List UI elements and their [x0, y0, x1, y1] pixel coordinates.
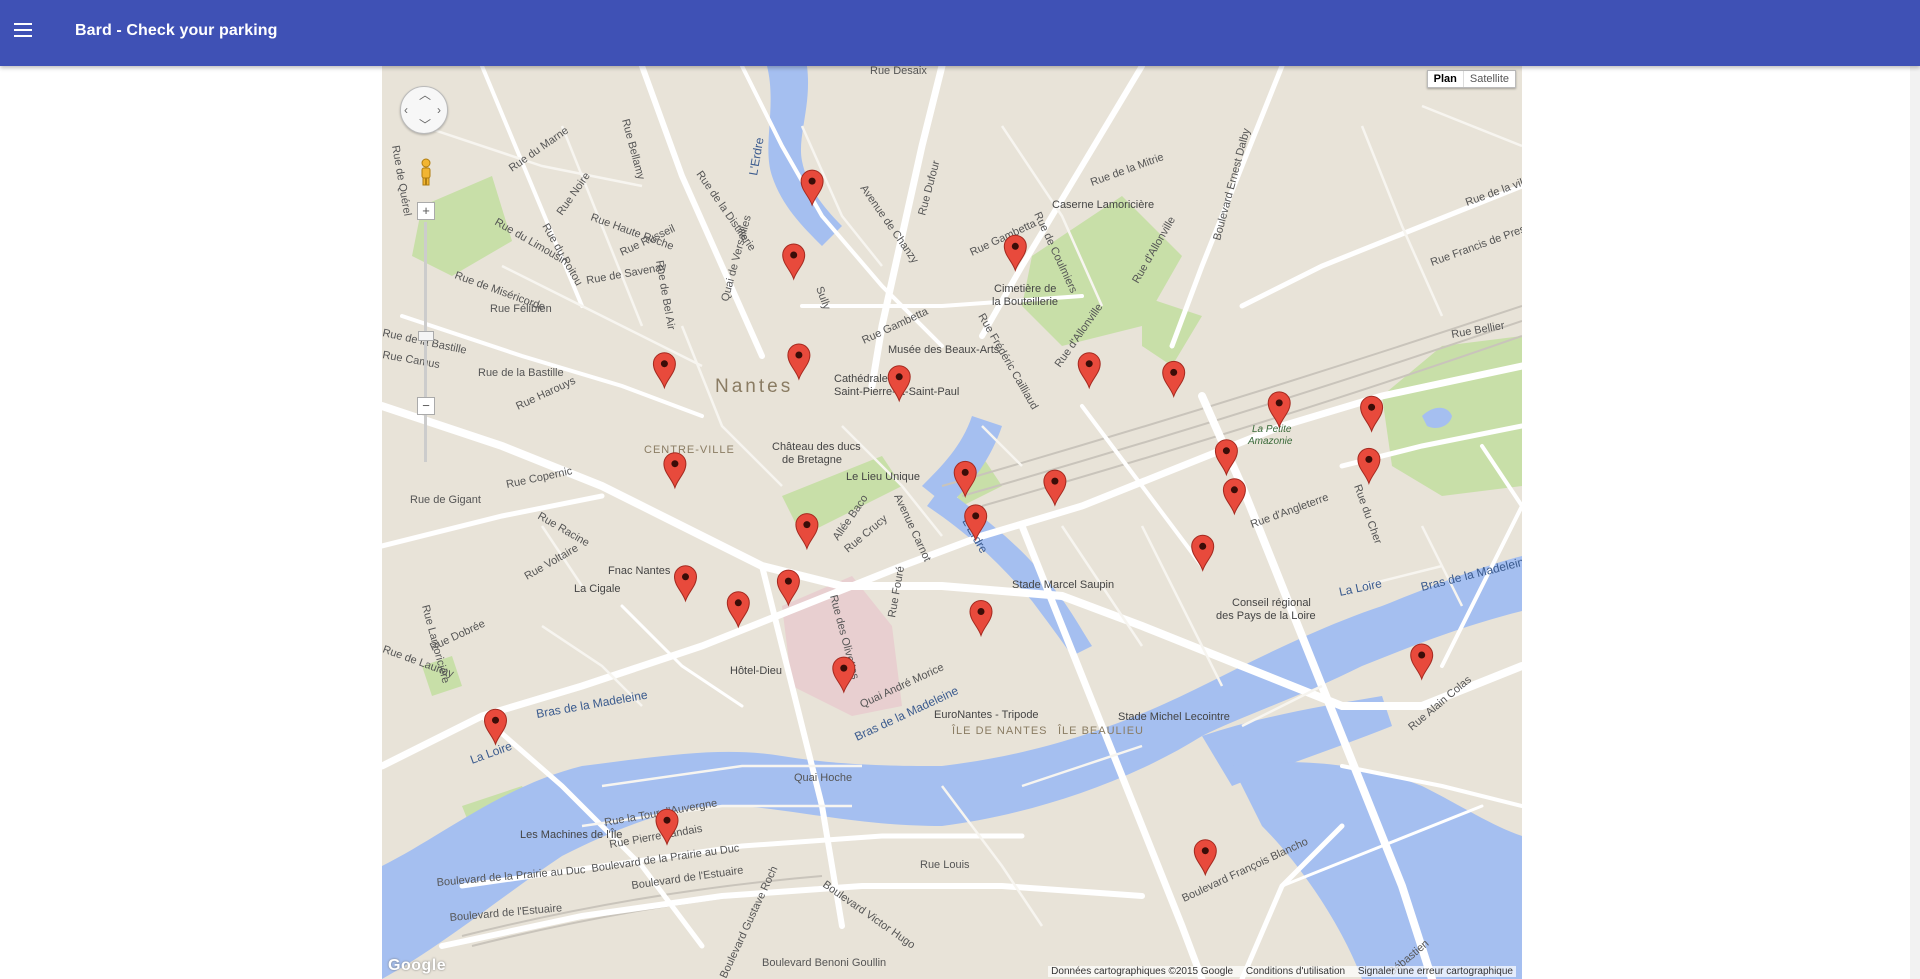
- svg-text:Rue Desaix: Rue Desaix: [870, 66, 927, 77]
- pan-down-icon[interactable]: ﹀: [419, 119, 431, 131]
- svg-text:Conseil régional: Conseil régional: [1232, 597, 1311, 609]
- svg-text:Caserne Lamoricière: Caserne Lamoricière: [1052, 199, 1154, 211]
- svg-text:Hôtel-Dieu: Hôtel-Dieu: [730, 665, 782, 677]
- terms-link[interactable]: Conditions d'utilisation: [1246, 966, 1345, 977]
- svg-text:Château des ducs: Château des ducs: [772, 441, 861, 453]
- svg-text:Rue de la Bastille: Rue de la Bastille: [478, 367, 564, 379]
- svg-text:Musée des Beaux-Arts: Musée des Beaux-Arts: [888, 344, 1000, 356]
- svg-text:des Pays de la Loire: des Pays de la Loire: [1216, 610, 1316, 622]
- page-title: Bard - Check your parking: [75, 22, 278, 39]
- svg-text:Boulevard Benoni Goullin: Boulevard Benoni Goullin: [762, 957, 886, 969]
- map-attribution: Données cartographiques ©2015 Google Con…: [1048, 966, 1516, 977]
- svg-text:Rue de Gigant: Rue de Gigant: [410, 494, 481, 506]
- pan-right-icon[interactable]: ›: [437, 104, 441, 116]
- map-view[interactable]: Nantes CENTRE-VILLE ÎLE DE NANTES ÎLE BE…: [382, 66, 1522, 979]
- svg-text:Cathédrale: Cathédrale: [834, 373, 888, 385]
- svg-text:La Petite: La Petite: [1252, 424, 1292, 435]
- svg-text:Les Machines de l'Île: Les Machines de l'Île: [520, 828, 622, 841]
- report-error-link[interactable]: Signaler une erreur cartographique: [1358, 966, 1513, 977]
- hamburger-icon[interactable]: [12, 21, 34, 39]
- svg-text:Quai Hoche: Quai Hoche: [794, 772, 852, 784]
- map-type-plan-button[interactable]: Plan: [1428, 71, 1464, 87]
- svg-text:Rue Louis: Rue Louis: [920, 859, 970, 871]
- svg-text:Cimetière de: Cimetière de: [994, 283, 1056, 295]
- svg-text:la Bouteillerie: la Bouteillerie: [992, 296, 1058, 308]
- svg-text:EuroNantes - Tripode: EuroNantes - Tripode: [934, 709, 1039, 721]
- pan-left-icon[interactable]: ‹: [404, 104, 408, 116]
- svg-text:Stade Michel Lecointre: Stade Michel Lecointre: [1118, 711, 1230, 723]
- zoom-slider-track[interactable]: [424, 222, 427, 462]
- zoom-in-button[interactable]: +: [417, 202, 435, 220]
- svg-text:ÎLE BEAULIEU: ÎLE BEAULIEU: [1057, 724, 1144, 737]
- svg-text:ÎLE DE NANTES: ÎLE DE NANTES: [951, 724, 1048, 737]
- svg-text:Amazonie: Amazonie: [1247, 436, 1293, 447]
- pan-up-icon[interactable]: ︿: [419, 89, 431, 101]
- map-type-satellite-button[interactable]: Satellite: [1464, 71, 1515, 87]
- svg-text:Stade Marcel Saupin: Stade Marcel Saupin: [1012, 579, 1114, 591]
- pegman-icon[interactable]: [419, 158, 433, 186]
- zoom-out-button[interactable]: −: [417, 397, 435, 415]
- app-bar: Bard - Check your parking: [0, 0, 1920, 66]
- svg-text:Le Lieu Unique: Le Lieu Unique: [846, 471, 920, 483]
- map-type-control: Plan Satellite: [1426, 70, 1516, 88]
- svg-text:Fnac Nantes: Fnac Nantes: [608, 565, 671, 577]
- map-canvas[interactable]: Nantes CENTRE-VILLE ÎLE DE NANTES ÎLE BE…: [382, 66, 1522, 979]
- svg-text:La Cigale: La Cigale: [574, 583, 620, 595]
- svg-text:CENTRE-VILLE: CENTRE-VILLE: [644, 444, 735, 456]
- page-scrollbar[interactable]: [1910, 66, 1920, 979]
- pan-control[interactable]: ︿ ﹀ ‹ ›: [400, 86, 448, 134]
- svg-text:de Bretagne: de Bretagne: [782, 454, 842, 466]
- svg-text:Nantes: Nantes: [715, 376, 793, 397]
- map-data-credit: Données cartographiques ©2015 Google: [1051, 966, 1234, 977]
- zoom-slider-thumb[interactable]: [418, 331, 434, 341]
- google-logo[interactable]: Google: [388, 957, 446, 975]
